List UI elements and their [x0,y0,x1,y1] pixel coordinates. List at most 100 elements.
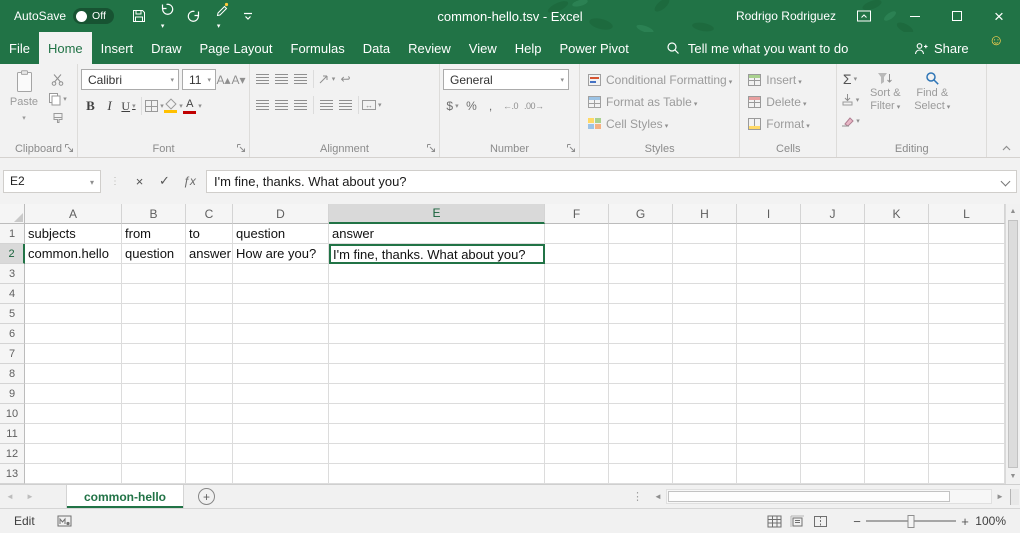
cell-J12[interactable] [801,444,865,464]
page-layout-view-button[interactable] [786,511,809,532]
cell-I10[interactable] [737,404,801,424]
cell-C9[interactable] [186,384,233,404]
cell-D2[interactable]: How are you? [233,244,329,264]
cell-B1[interactable]: from [122,224,186,244]
cell-D12[interactable] [233,444,329,464]
cell-I6[interactable] [737,324,801,344]
autosave-toggle[interactable]: Off [73,8,114,24]
cell-H8[interactable] [673,364,737,384]
cell-H4[interactable] [673,284,737,304]
cell-F2[interactable] [545,244,609,264]
cell-C6[interactable] [186,324,233,344]
conditional-formatting-button[interactable]: Conditional Formatting [583,69,736,91]
cell-L10[interactable] [929,404,1005,424]
cell-A4[interactable] [25,284,122,304]
cell-E11[interactable] [329,424,545,444]
cell-L9[interactable] [929,384,1005,404]
cell-K11[interactable] [865,424,929,444]
cell-B12[interactable] [122,444,186,464]
insert-cells-button[interactable]: Insert [743,69,833,91]
cell-A1[interactable]: subjects [25,224,122,244]
row-header-3[interactable]: 3 [0,264,25,284]
ribbon-display-options-button[interactable] [856,9,872,23]
cell-B4[interactable] [122,284,186,304]
cancel-button[interactable]: × [127,170,152,193]
autosum-button[interactable]: Σ [840,68,860,89]
merge-center-button[interactable]: ↔ [362,95,382,115]
cell-G13[interactable] [609,464,673,484]
ribbon-tab-help[interactable]: Help [506,32,551,64]
tell-me-box[interactable]: Tell me what you want to do [666,32,848,64]
cell-J9[interactable] [801,384,865,404]
row-header-5[interactable]: 5 [0,304,25,324]
row-header-7[interactable]: 7 [0,344,25,364]
cell-D9[interactable] [233,384,329,404]
select-all-corner[interactable] [0,204,25,224]
cell-E2[interactable]: I'm fine, thanks. What about you? [329,244,545,264]
cell-G12[interactable] [609,444,673,464]
cell-C3[interactable] [186,264,233,284]
cell-K1[interactable] [865,224,929,244]
cell-D13[interactable] [233,464,329,484]
wrap-text-button[interactable]: ↩ [336,69,355,89]
column-header-E[interactable]: E [329,204,545,224]
cell-L12[interactable] [929,444,1005,464]
cell-I1[interactable] [737,224,801,244]
tab-scroll-divider[interactable]: ⋮ [625,490,650,503]
alignment-dialog-launcher[interactable] [425,142,437,154]
align-middle-button[interactable] [272,69,291,89]
cell-F1[interactable] [545,224,609,244]
user-name[interactable]: Rodrigo Rodriguez [736,9,836,23]
cell-E3[interactable] [329,264,545,284]
zoom-in-button[interactable]: + [956,514,974,529]
cell-A6[interactable] [25,324,122,344]
clipboard-dialog-launcher[interactable] [63,142,75,154]
cell-J13[interactable] [801,464,865,484]
ribbon-tab-view[interactable]: View [460,32,506,64]
row-header-9[interactable]: 9 [0,384,25,404]
percent-style-button[interactable]: % [462,96,481,116]
comma-style-button[interactable]: , [481,96,500,116]
cell-I3[interactable] [737,264,801,284]
cell-I2[interactable] [737,244,801,264]
shrink-font-button[interactable]: A▾ [231,70,246,90]
cut-button[interactable] [48,69,67,89]
cell-E6[interactable] [329,324,545,344]
cell-D8[interactable] [233,364,329,384]
cell-C10[interactable] [186,404,233,424]
borders-button[interactable] [145,96,164,116]
underline-button[interactable]: U [119,96,138,116]
enter-button[interactable]: ✓ [152,170,177,193]
new-sheet-button[interactable]: + [198,488,215,505]
column-header-G[interactable]: G [609,204,673,224]
cell-L7[interactable] [929,344,1005,364]
cell-B9[interactable] [122,384,186,404]
name-box[interactable]: E2 [3,170,101,193]
cell-K12[interactable] [865,444,929,464]
accounting-format-button[interactable]: $ [443,96,462,116]
cell-B11[interactable] [122,424,186,444]
cell-H12[interactable] [673,444,737,464]
redo-button[interactable] [181,2,208,30]
cell-B7[interactable] [122,344,186,364]
cell-B3[interactable] [122,264,186,284]
horizontal-scroll-thumb[interactable] [668,491,950,502]
cell-F4[interactable] [545,284,609,304]
cell-E5[interactable] [329,304,545,324]
align-top-button[interactable] [253,69,272,89]
cell-C2[interactable]: answer [186,244,233,264]
cell-F6[interactable] [545,324,609,344]
formula-bar-expand-icon[interactable] [1001,176,1011,186]
find-select-button[interactable]: Find & Select [909,67,956,140]
cell-I5[interactable] [737,304,801,324]
cell-H9[interactable] [673,384,737,404]
ribbon-tab-data[interactable]: Data [354,32,399,64]
cell-G7[interactable] [609,344,673,364]
cell-I9[interactable] [737,384,801,404]
vertical-scrollbar[interactable]: ▲ ▼ [1005,204,1020,484]
cell-F13[interactable] [545,464,609,484]
column-header-L[interactable]: L [929,204,1005,224]
cell-B2[interactable]: question [122,244,186,264]
cell-C4[interactable] [186,284,233,304]
cell-J3[interactable] [801,264,865,284]
